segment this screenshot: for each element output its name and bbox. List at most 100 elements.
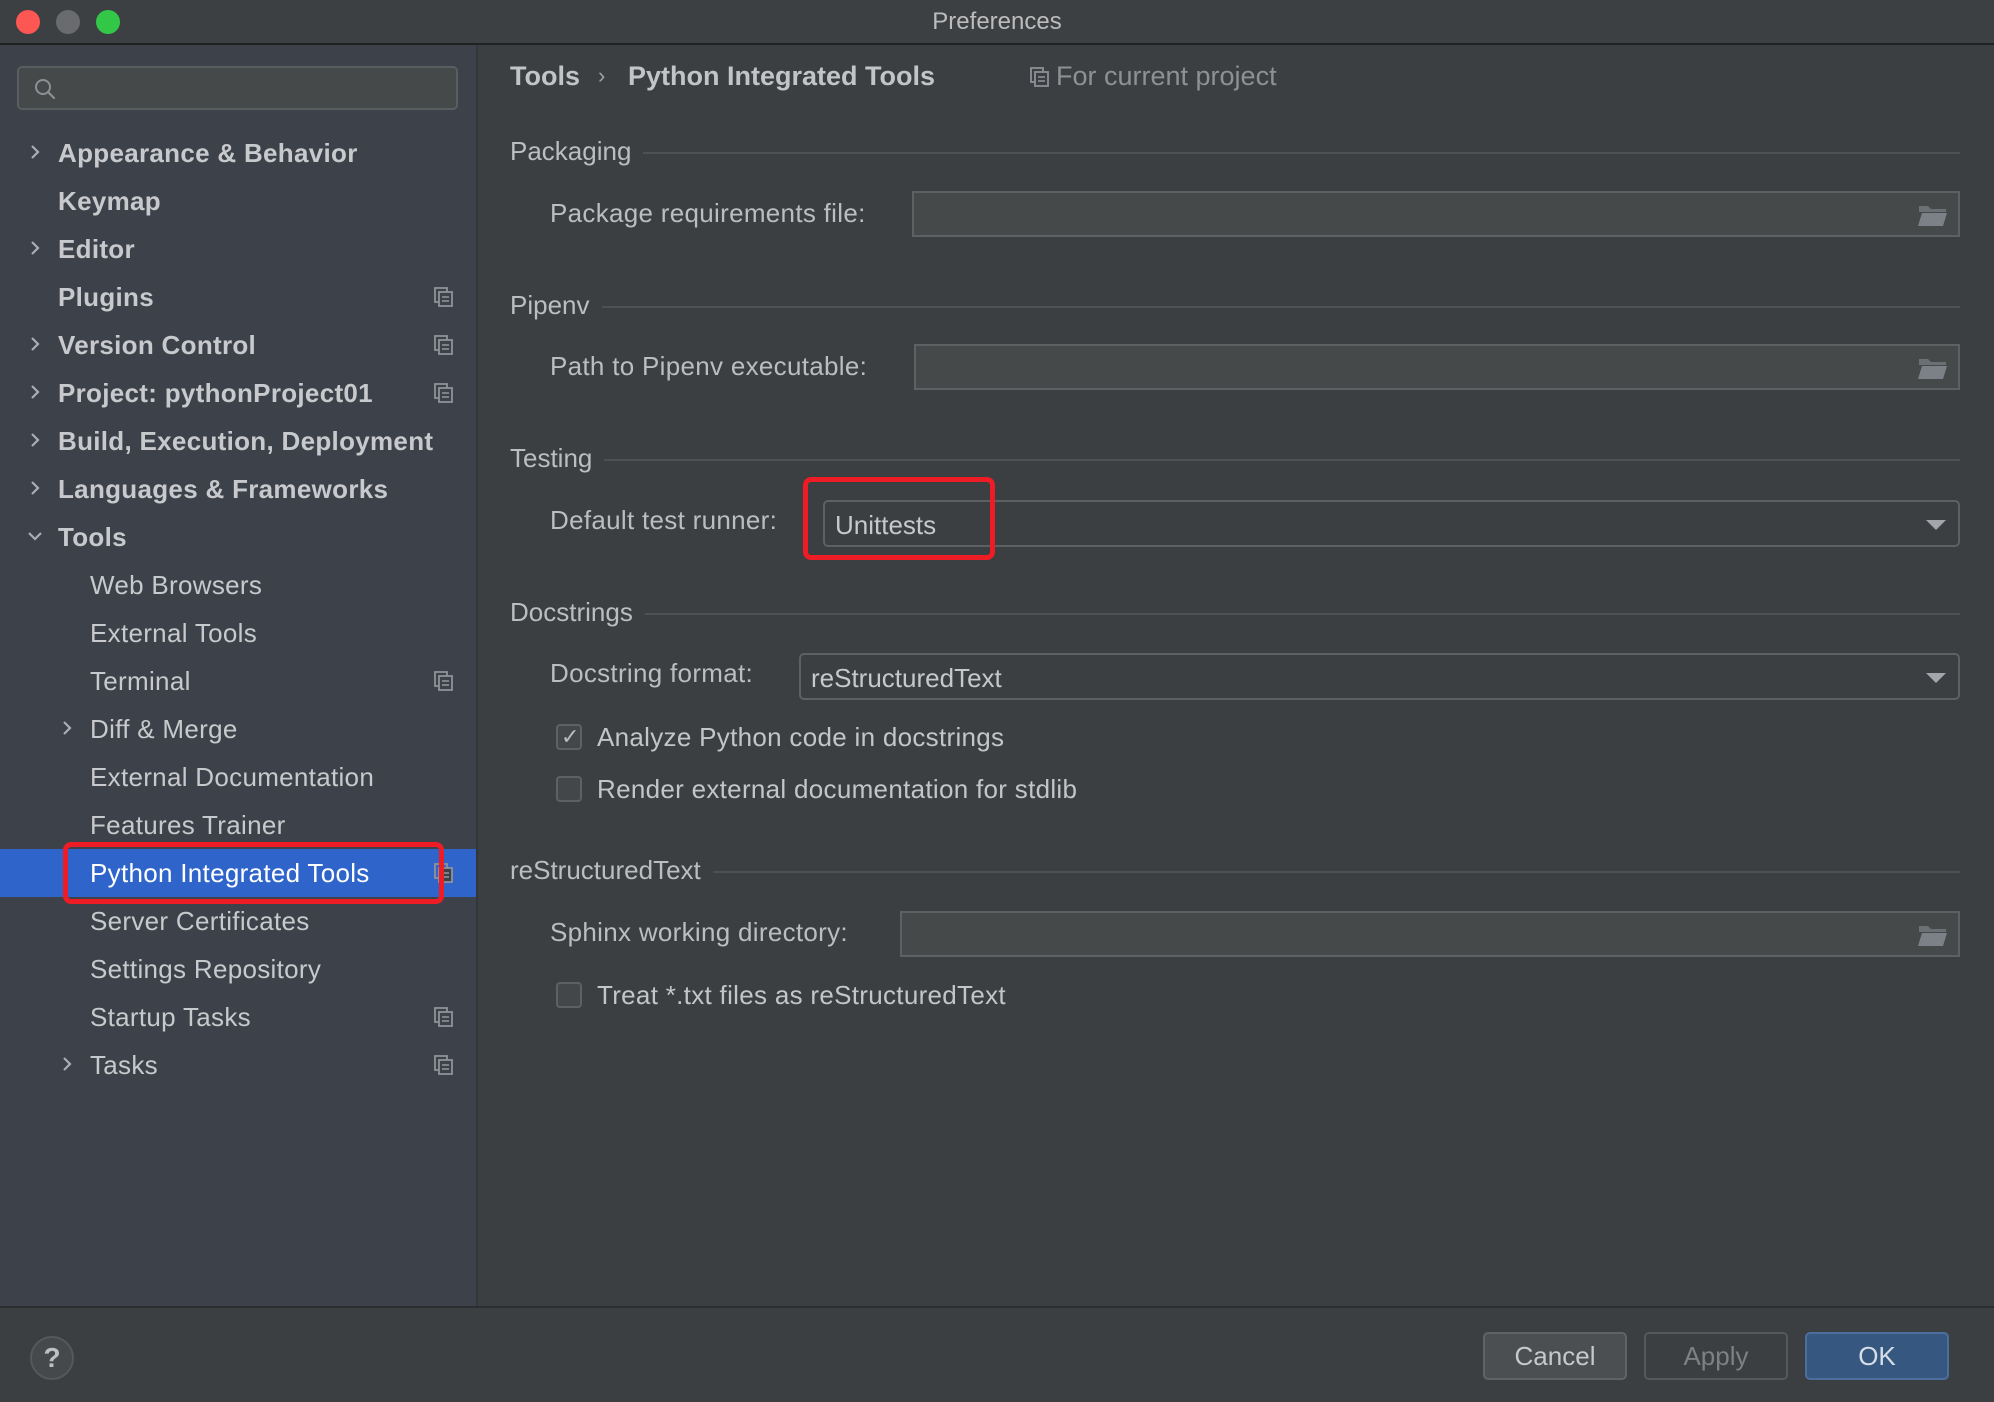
docstring-format-dropdown[interactable]: reStructuredText xyxy=(799,653,1960,700)
settings-sidebar: Appearance & Behavior Keymap Editor Plugins… xyxy=(0,45,478,1306)
section-divider xyxy=(510,152,1960,154)
sidebar-item-label: Version Control xyxy=(58,330,257,360)
title-bar: Preferences xyxy=(0,0,1994,45)
scope-label: For current project xyxy=(1056,61,1277,91)
section-docstrings: Docstrings xyxy=(510,597,1960,629)
treat-txt-as-rst-checkbox[interactable] xyxy=(556,982,582,1008)
sidebar-item-web-browsers[interactable]: Web Browsers xyxy=(0,561,476,609)
section-divider xyxy=(510,871,1960,873)
section-title: Pipenv xyxy=(510,290,602,320)
sidebar-item-keymap[interactable]: Keymap xyxy=(0,177,476,225)
sidebar-item-python-integrated-tools[interactable]: Python Integrated Tools xyxy=(0,849,476,897)
browse-folder-icon[interactable] xyxy=(1918,923,1948,947)
sidebar-item-label: Web Browsers xyxy=(90,570,263,600)
project-scope-icon xyxy=(434,287,454,307)
sidebar-item-label: Plugins xyxy=(58,282,154,312)
chevron-right-icon[interactable] xyxy=(26,477,44,499)
sidebar-item-editor[interactable]: Editor xyxy=(0,225,476,273)
sidebar-item-label: External Tools xyxy=(90,618,258,648)
section-divider xyxy=(510,306,1960,308)
sidebar-item-diff-merge[interactable]: Diff & Merge xyxy=(0,705,476,753)
sidebar-item-label: Tasks xyxy=(90,1050,158,1080)
chevron-right-icon[interactable] xyxy=(58,1053,76,1075)
browse-folder-icon[interactable] xyxy=(1918,203,1948,227)
sidebar-item-terminal[interactable]: Terminal xyxy=(0,657,476,705)
section-testing: Testing xyxy=(510,443,1960,475)
project-scope-icon xyxy=(1030,67,1049,87)
sidebar-item-project-pythonproject01[interactable]: Project: pythonProject01 xyxy=(0,369,476,417)
project-scope-icon xyxy=(434,671,454,691)
ok-button[interactable]: OK xyxy=(1805,1332,1949,1380)
sidebar-item-label: Editor xyxy=(58,234,135,264)
sidebar-item-plugins[interactable]: Plugins xyxy=(0,273,476,321)
section-title: Packaging xyxy=(510,136,644,166)
sidebar-item-version-control[interactable]: Version Control xyxy=(0,321,476,369)
sidebar-item-label: Startup Tasks xyxy=(90,1002,251,1032)
chevron-right-icon[interactable] xyxy=(26,429,44,451)
test-runner-value: Unittests xyxy=(835,510,937,540)
sidebar-item-label: Terminal xyxy=(90,666,191,696)
sidebar-item-label: Languages & Frameworks xyxy=(58,474,389,504)
render-stdlib-docs-label[interactable]: Render external documentation for stdlib xyxy=(597,774,1077,805)
apply-button[interactable]: Apply xyxy=(1644,1332,1788,1380)
sidebar-item-features-trainer[interactable]: Features Trainer xyxy=(0,801,476,849)
sidebar-item-label: Settings Repository xyxy=(90,954,322,984)
analyze-docstrings-checkbox[interactable]: ✓ xyxy=(556,724,582,750)
browse-folder-icon[interactable] xyxy=(1918,356,1948,380)
project-scope-icon xyxy=(434,335,454,355)
section-packaging: Packaging xyxy=(510,136,1960,168)
requirements-file-input[interactable] xyxy=(912,191,1960,237)
project-scope-icon xyxy=(434,1055,454,1075)
chevron-right-icon[interactable] xyxy=(26,333,44,355)
sidebar-item-tools[interactable]: Tools xyxy=(0,513,476,561)
sidebar-item-label: Diff & Merge xyxy=(90,714,238,744)
checkmark-icon: ✓ xyxy=(561,724,580,749)
breadcrumb-separator: › xyxy=(598,63,606,88)
treat-txt-as-rst-label[interactable]: Treat *.txt files as reStructuredText xyxy=(597,980,1006,1011)
dialog-footer: ? Cancel Apply OK xyxy=(0,1306,1994,1402)
render-stdlib-docs-checkbox[interactable] xyxy=(556,776,582,802)
sphinx-directory-label: Sphinx working directory: xyxy=(550,917,848,947)
sidebar-item-label: Keymap xyxy=(58,186,161,216)
project-scope-icon xyxy=(434,1007,454,1027)
test-runner-label: Default test runner: xyxy=(550,505,778,535)
pipenv-path-label: Path to Pipenv executable: xyxy=(550,351,868,381)
sidebar-item-tasks[interactable]: Tasks xyxy=(0,1041,476,1089)
sidebar-item-languages-frameworks[interactable]: Languages & Frameworks xyxy=(0,465,476,513)
analyze-docstrings-label[interactable]: Analyze Python code in docstrings xyxy=(597,722,1004,753)
section-title: Testing xyxy=(510,443,605,473)
sidebar-item-server-certificates[interactable]: Server Certificates xyxy=(0,897,476,945)
sidebar-item-label: Python Integrated Tools xyxy=(90,858,370,888)
chevron-right-icon[interactable] xyxy=(26,141,44,163)
help-button[interactable]: ? xyxy=(30,1336,74,1380)
section-divider xyxy=(510,613,1960,615)
sidebar-item-startup-tasks[interactable]: Startup Tasks xyxy=(0,993,476,1041)
sidebar-item-settings-repository[interactable]: Settings Repository xyxy=(0,945,476,993)
sidebar-item-label: Project: pythonProject01 xyxy=(58,378,373,408)
sidebar-item-label: Build, Execution, Deployment xyxy=(58,426,434,456)
chevron-right-icon[interactable] xyxy=(26,381,44,403)
dropdown-arrow-icon xyxy=(1926,520,1946,530)
sidebar-item-appearance-behavior[interactable]: Appearance & Behavior xyxy=(0,129,476,177)
test-runner-dropdown[interactable]: Unittests xyxy=(823,500,1960,547)
cancel-button[interactable]: Cancel xyxy=(1483,1332,1627,1380)
breadcrumb-parent[interactable]: Tools xyxy=(510,61,580,92)
sphinx-directory-input[interactable] xyxy=(900,911,1960,957)
settings-search-input[interactable] xyxy=(17,66,458,110)
section-pipenv: Pipenv xyxy=(510,290,1960,322)
project-scope-icon xyxy=(434,863,454,883)
sidebar-item-label: Server Certificates xyxy=(90,906,310,936)
sidebar-item-external-documentation[interactable]: External Documentation xyxy=(0,753,476,801)
section-title: reStructuredText xyxy=(510,855,713,885)
pipenv-path-input[interactable] xyxy=(914,344,1960,390)
project-scope-icon xyxy=(434,383,454,403)
section-divider xyxy=(510,459,1960,461)
chevron-right-icon[interactable] xyxy=(26,237,44,259)
sidebar-item-external-tools[interactable]: External Tools xyxy=(0,609,476,657)
settings-content: Tools › Python Integrated Tools For curr… xyxy=(478,45,1994,1306)
sidebar-item-build-execution-deployment[interactable]: Build, Execution, Deployment xyxy=(0,417,476,465)
chevron-down-icon[interactable] xyxy=(26,525,44,547)
requirements-file-label: Package requirements file: xyxy=(550,198,866,228)
section-title: Docstrings xyxy=(510,597,645,627)
chevron-right-icon[interactable] xyxy=(58,717,76,739)
